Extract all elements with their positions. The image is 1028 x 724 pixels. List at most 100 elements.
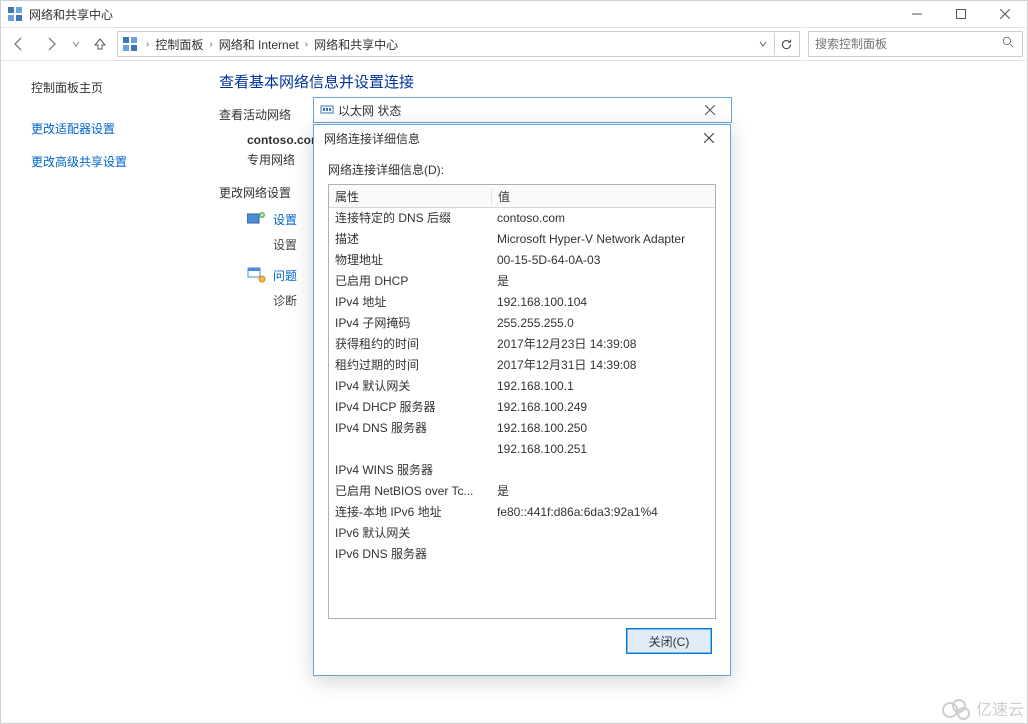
watermark: 亿速云 xyxy=(942,696,1024,720)
details-close-button[interactable]: 关闭(C) xyxy=(626,628,712,654)
details-footer: 关闭(C) xyxy=(328,619,716,663)
property-value xyxy=(491,544,715,565)
table-body: 连接特定的 DNS 后缀contoso.com描述Microsoft Hyper… xyxy=(329,208,715,565)
watermark-icon xyxy=(942,699,972,717)
chevron-right-icon: › xyxy=(205,39,216,50)
table-row[interactable]: 描述Microsoft Hyper-V Network Adapter xyxy=(329,229,715,250)
property-name: 连接-本地 IPv6 地址 xyxy=(329,502,491,523)
search-input[interactable] xyxy=(813,36,1002,52)
option-new-connection-link[interactable]: 设置 xyxy=(273,211,297,228)
property-name xyxy=(329,439,491,460)
option-troubleshoot-link[interactable]: 问题 xyxy=(273,267,297,284)
details-properties-table: 属性 值 连接特定的 DNS 后缀contoso.com描述Microsoft … xyxy=(328,184,716,619)
property-value: 192.168.100.250 xyxy=(491,418,715,439)
chevron-right-icon: › xyxy=(301,39,312,50)
maximize-button[interactable] xyxy=(939,1,983,27)
breadcrumb[interactable]: › 控制面板 › 网络和 Internet › 网络和共享中心 xyxy=(117,31,800,57)
close-window-button[interactable] xyxy=(983,1,1027,27)
table-row[interactable]: 已启用 NetBIOS over Tc...是 xyxy=(329,481,715,502)
ethernet-status-close-button[interactable] xyxy=(689,98,731,122)
property-name: 物理地址 xyxy=(329,250,491,271)
table-row[interactable]: IPv6 默认网关 xyxy=(329,523,715,544)
ethernet-status-window: 以太网 状态 xyxy=(313,97,732,123)
ethernet-status-title: 以太网 状态 xyxy=(334,102,689,119)
col-property[interactable]: 属性 xyxy=(329,188,492,205)
property-name: 已启用 DHCP xyxy=(329,271,491,292)
property-value: fe80::441f:d86a:6da3:92a1%4 xyxy=(491,502,715,523)
property-value: 192.168.100.1 xyxy=(491,376,715,397)
table-row[interactable]: IPv6 DNS 服务器 xyxy=(329,544,715,565)
property-value: 2017年12月31日 14:39:08 xyxy=(491,355,715,376)
side-advanced-sharing[interactable]: 更改高级共享设置 xyxy=(31,153,201,170)
property-name: IPv6 默认网关 xyxy=(329,523,491,544)
property-name: 已启用 NetBIOS over Tc... xyxy=(329,481,491,502)
connection-details-dialog: 网络连接详细信息 网络连接详细信息(D): 属性 值 连接特定的 DNS 后缀c… xyxy=(313,124,731,676)
details-title: 网络连接详细信息 xyxy=(324,130,688,147)
property-name: IPv6 DNS 服务器 xyxy=(329,544,491,565)
property-name: IPv4 默认网关 xyxy=(329,376,491,397)
side-adapter-settings[interactable]: 更改适配器设置 xyxy=(31,120,201,137)
chevron-right-icon: › xyxy=(142,39,153,50)
property-value: 255.255.255.0 xyxy=(491,313,715,334)
property-name: IPv4 DNS 服务器 xyxy=(329,418,491,439)
breadcrumb-item-control-panel[interactable]: 控制面板 xyxy=(153,36,205,53)
breadcrumb-item-sharing-center[interactable]: 网络和共享中心 xyxy=(312,36,400,53)
nav-back-button[interactable] xyxy=(5,31,33,57)
table-row[interactable]: IPv4 默认网关192.168.100.1 xyxy=(329,376,715,397)
table-row[interactable]: 连接-本地 IPv6 地址fe80::441f:d86a:6da3:92a1%4 xyxy=(329,502,715,523)
details-close-x-button[interactable] xyxy=(688,126,730,150)
side-home[interactable]: 控制面板主页 xyxy=(31,79,201,96)
ethernet-icon xyxy=(320,102,334,119)
property-name: IPv4 DHCP 服务器 xyxy=(329,397,491,418)
nav-toolbar: › 控制面板 › 网络和 Internet › 网络和共享中心 xyxy=(1,28,1027,61)
property-name: IPv4 WINS 服务器 xyxy=(329,460,491,481)
search-icon xyxy=(1002,36,1018,52)
property-value: 192.168.100.251 xyxy=(491,439,715,460)
page-title: 查看基本网络信息并设置连接 xyxy=(219,71,1027,92)
nav-up-button[interactable] xyxy=(87,31,113,57)
breadcrumb-item-network-internet[interactable]: 网络和 Internet xyxy=(217,36,301,53)
property-name: 描述 xyxy=(329,229,491,250)
table-row[interactable]: IPv4 地址192.168.100.104 xyxy=(329,292,715,313)
property-name: 租约过期的时间 xyxy=(329,355,491,376)
window-title: 网络和共享中心 xyxy=(29,6,113,23)
troubleshoot-icon xyxy=(247,267,273,286)
table-row[interactable]: 连接特定的 DNS 后缀contoso.com xyxy=(329,208,715,229)
property-value xyxy=(491,460,715,481)
property-value xyxy=(491,523,715,544)
table-row[interactable]: 获得租约的时间2017年12月23日 14:39:08 xyxy=(329,334,715,355)
table-row[interactable]: IPv4 WINS 服务器 xyxy=(329,460,715,481)
table-row[interactable]: 192.168.100.251 xyxy=(329,439,715,460)
network-wizard-icon xyxy=(247,211,273,230)
col-value[interactable]: 值 xyxy=(492,188,715,205)
details-body-label: 网络连接详细信息(D): xyxy=(328,161,716,178)
property-value: 是 xyxy=(491,481,715,502)
property-name: IPv4 地址 xyxy=(329,292,491,313)
side-panel: 控制面板主页 更改适配器设置 更改高级共享设置 另请参阅 Internet 选项… xyxy=(1,61,201,723)
property-value: 2017年12月23日 14:39:08 xyxy=(491,334,715,355)
table-row[interactable]: 租约过期的时间2017年12月31日 14:39:08 xyxy=(329,355,715,376)
nav-forward-button[interactable] xyxy=(37,31,65,57)
table-row[interactable]: IPv4 DHCP 服务器192.168.100.249 xyxy=(329,397,715,418)
breadcrumb-dropdown[interactable] xyxy=(752,33,774,55)
table-row[interactable]: IPv4 DNS 服务器192.168.100.250 xyxy=(329,418,715,439)
table-row[interactable]: 物理地址00-15-5D-64-0A-03 xyxy=(329,250,715,271)
property-value: 是 xyxy=(491,271,715,292)
property-name: IPv4 子网掩码 xyxy=(329,313,491,334)
property-value: 00-15-5D-64-0A-03 xyxy=(491,250,715,271)
breadcrumb-icon xyxy=(122,36,138,52)
details-close-button-label: 关闭(C) xyxy=(649,633,690,650)
property-value: contoso.com xyxy=(491,208,715,229)
watermark-text: 亿速云 xyxy=(976,696,1024,720)
property-value: 192.168.100.104 xyxy=(491,292,715,313)
table-row[interactable]: IPv4 子网掩码255.255.255.0 xyxy=(329,313,715,334)
property-value: 192.168.100.249 xyxy=(491,397,715,418)
search-box[interactable] xyxy=(808,31,1023,57)
window-titlebar: 网络和共享中心 xyxy=(1,1,1027,28)
table-header: 属性 值 xyxy=(329,185,715,208)
table-row[interactable]: 已启用 DHCP是 xyxy=(329,271,715,292)
details-titlebar: 网络连接详细信息 xyxy=(314,125,730,151)
minimize-button[interactable] xyxy=(895,1,939,27)
refresh-button[interactable] xyxy=(774,33,797,55)
nav-history-dropdown[interactable] xyxy=(69,31,83,57)
